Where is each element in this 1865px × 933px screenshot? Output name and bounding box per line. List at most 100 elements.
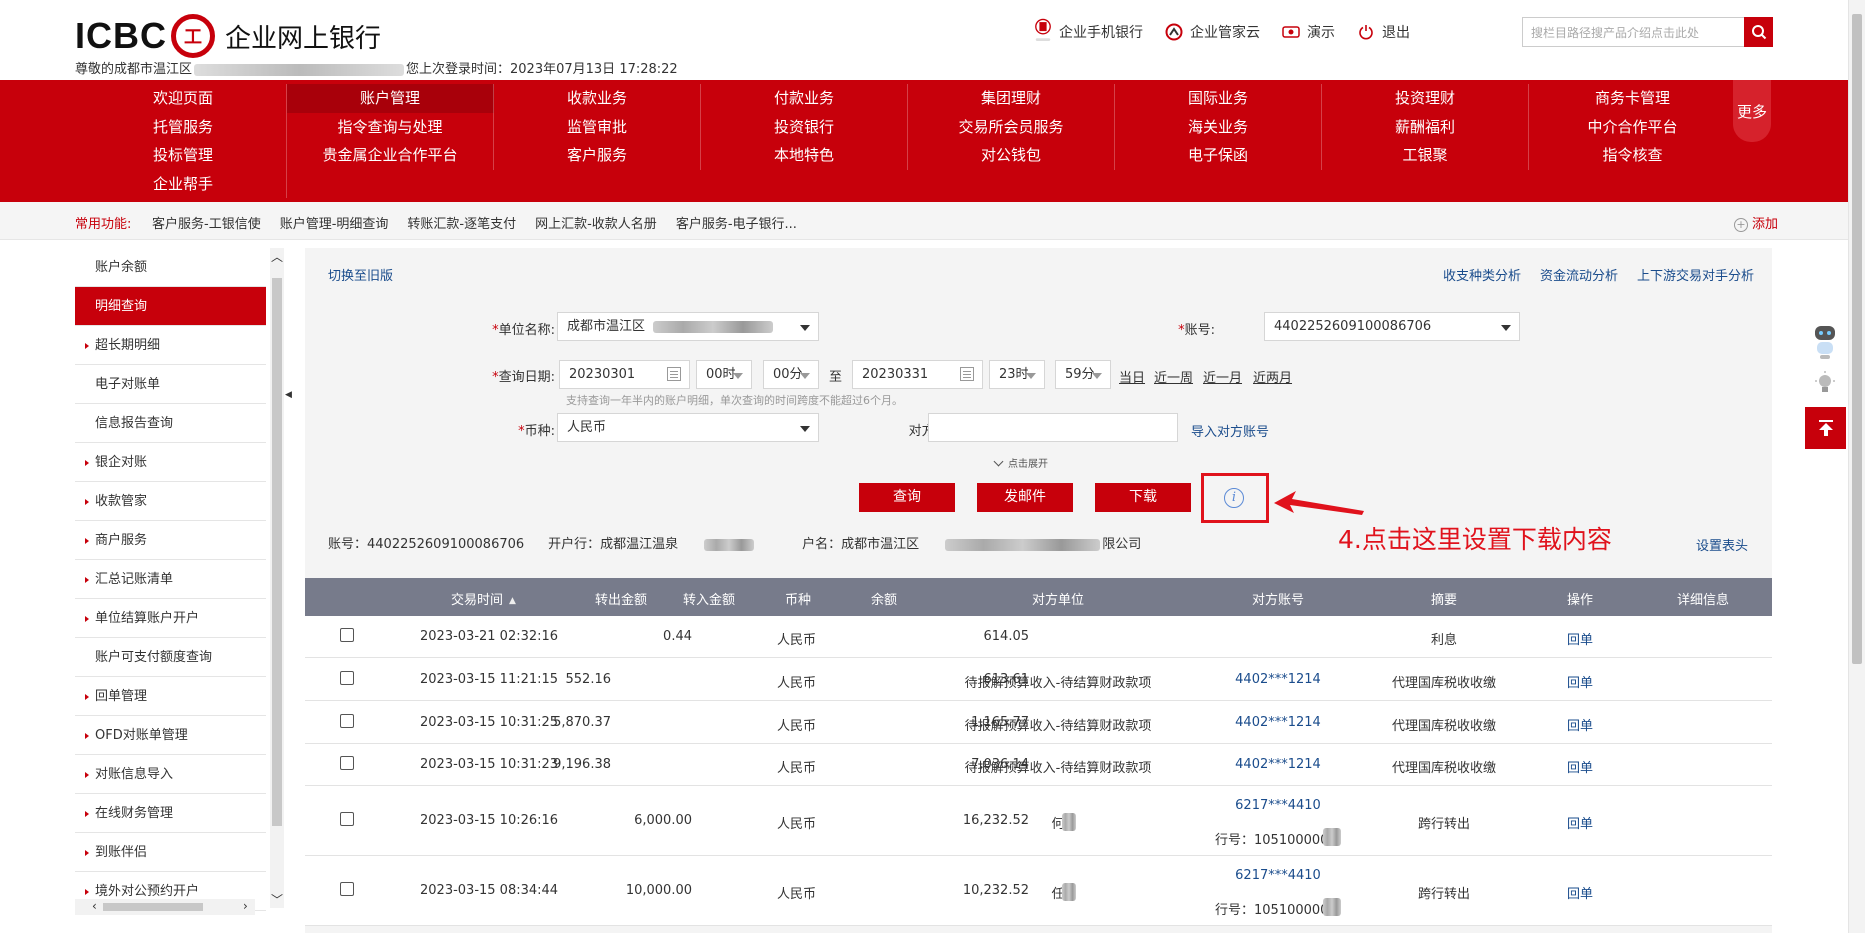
- expand-toggle[interactable]: 点击展开: [993, 455, 1048, 470]
- nav-item[interactable]: 国际业务: [1115, 84, 1322, 113]
- import-counter-account-link[interactable]: 导入对方账号: [1191, 421, 1269, 440]
- sidebar-item[interactable]: 超长期明细: [75, 326, 266, 365]
- date-to-input[interactable]: 20230331: [852, 360, 983, 389]
- sidebar-item[interactable]: 账户可支付额度查询: [75, 638, 266, 677]
- nav-item[interactable]: 托管服务: [80, 112, 287, 141]
- analysis-link[interactable]: 收支种类分析: [1443, 265, 1521, 284]
- sidebar-item[interactable]: 收款管家: [75, 482, 266, 521]
- quick-date-today[interactable]: 当日: [1119, 367, 1145, 386]
- account-select[interactable]: 4402252609100086706: [1264, 312, 1520, 341]
- cell-op[interactable]: 回单: [1567, 813, 1593, 832]
- row-checkbox[interactable]: [340, 670, 354, 685]
- nav-item[interactable]: 海关业务: [1115, 112, 1322, 141]
- sidebar-item[interactable]: 账户余额: [75, 248, 266, 287]
- download-settings-button[interactable]: i: [1201, 473, 1269, 523]
- cell-acct[interactable]: 6217***4410: [1158, 868, 1398, 883]
- scroll-thumb[interactable]: [272, 278, 282, 826]
- table-row[interactable]: 2023-03-15 10:31:25 5,870.37 人民币 1,165.77 待报…: [305, 701, 1772, 744]
- nav-item[interactable]: 对公钱包: [908, 141, 1115, 170]
- sidebar-item[interactable]: 商户服务: [75, 521, 266, 560]
- analysis-link[interactable]: 资金流动分析: [1540, 265, 1618, 284]
- nav-item[interactable]: 投标管理: [80, 141, 287, 170]
- nav-item[interactable]: 收款业务: [494, 84, 701, 113]
- nav-item[interactable]: 本地特色: [701, 141, 908, 170]
- sidebar-item[interactable]: 汇总记账清单: [75, 560, 266, 599]
- table-row[interactable]: 2023-03-15 11:21:15 552.16 人民币 613.61 待报解预算收…: [305, 658, 1772, 701]
- cell-acct[interactable]: 6217***4410: [1158, 798, 1398, 813]
- row-checkbox[interactable]: [340, 882, 354, 896]
- nav-item[interactable]: 账户管理: [287, 84, 494, 113]
- hour-to-select[interactable]: 23时: [989, 360, 1045, 389]
- favorite-link[interactable]: 客户服务-电子银行...: [676, 213, 797, 232]
- min-to-select[interactable]: 59分: [1055, 360, 1111, 389]
- counter-account-input[interactable]: [928, 413, 1178, 442]
- currency-select[interactable]: 人民币: [557, 413, 819, 442]
- analysis-link[interactable]: 上下游交易对手分析: [1637, 265, 1754, 284]
- quick-date-two-months[interactable]: 近两月: [1253, 367, 1292, 386]
- sort-icon[interactable]: ▲: [509, 596, 516, 606]
- row-checkbox[interactable]: [340, 713, 354, 728]
- cloud-link[interactable]: 企业管家云: [1165, 22, 1260, 42]
- date-from-input[interactable]: 20230301: [559, 360, 690, 389]
- hscroll-thumb[interactable]: [103, 903, 203, 911]
- page-scrollbar[interactable]: [1848, 0, 1865, 933]
- nav-item[interactable]: 指令查询与处理: [287, 112, 494, 141]
- back-to-top-button[interactable]: [1805, 407, 1846, 449]
- unit-name-select[interactable]: 成都市温江区: [557, 312, 819, 341]
- quick-date-month[interactable]: 近一月: [1203, 367, 1242, 386]
- sidebar-item[interactable]: 在线财务管理: [75, 794, 266, 833]
- row-checkbox[interactable]: [340, 812, 354, 826]
- cell-op[interactable]: 回单: [1567, 629, 1593, 648]
- add-favorite-button[interactable]: + 添加: [1733, 213, 1778, 232]
- demo-link[interactable]: 演示: [1282, 22, 1335, 42]
- sidebar-item[interactable]: 到账伴侣: [75, 833, 266, 872]
- nav-item[interactable]: 企业帮手: [80, 169, 287, 198]
- nav-item[interactable]: 指令核查: [1529, 141, 1736, 170]
- row-checkbox[interactable]: [340, 628, 354, 642]
- favorite-link[interactable]: 账户管理-明细查询: [280, 213, 389, 232]
- row-checkbox[interactable]: [340, 756, 354, 770]
- nav-item[interactable]: 客户服务: [494, 141, 701, 170]
- favorite-link[interactable]: 转账汇款-逐笔支付: [407, 213, 516, 232]
- min-from-select[interactable]: 00分: [763, 360, 819, 389]
- more-button[interactable]: 更多: [1733, 80, 1771, 142]
- cell-op[interactable]: 回单: [1567, 883, 1593, 902]
- col-time[interactable]: 交易时间 ▲: [451, 589, 516, 608]
- nav-item[interactable]: 工银聚: [1322, 141, 1529, 170]
- cell-op[interactable]: 回单: [1567, 672, 1593, 691]
- sidebar-item[interactable]: 对账信息导入: [75, 755, 266, 794]
- chevron-left-icon[interactable]: ‹: [92, 899, 97, 913]
- nav-item[interactable]: 交易所会员服务: [908, 112, 1115, 141]
- quick-date-week[interactable]: 近一周: [1154, 367, 1193, 386]
- favorite-link[interactable]: 网上汇款-收款人名册: [535, 213, 657, 232]
- nav-item[interactable]: 监管审批: [494, 112, 701, 141]
- nav-item[interactable]: 薪酬福利: [1322, 112, 1529, 141]
- sidebar-item[interactable]: OFD对账单管理: [75, 716, 266, 755]
- calendar-icon[interactable]: [667, 367, 681, 381]
- tips-bulb-icon[interactable]: [1813, 370, 1837, 398]
- search-input[interactable]: 搜栏目路径搜产品介绍点击此处: [1522, 17, 1744, 47]
- nav-item[interactable]: 集团理财: [908, 84, 1115, 113]
- switch-old-version-link[interactable]: 切换至旧版: [328, 265, 393, 284]
- sidebar-item[interactable]: 信息报告查询: [75, 404, 266, 443]
- nav-item[interactable]: 欢迎页面: [80, 84, 287, 113]
- nav-item[interactable]: 付款业务: [701, 84, 908, 113]
- chevron-down-icon[interactable]: ﹀: [271, 891, 283, 908]
- nav-item[interactable]: 贵金属企业合作平台: [287, 141, 494, 170]
- sidebar-item[interactable]: 回单管理: [75, 677, 266, 716]
- nav-item[interactable]: 投资银行: [701, 112, 908, 141]
- robot-assistant-icon[interactable]: [1811, 322, 1839, 362]
- search-button[interactable]: [1744, 17, 1773, 47]
- sidebar-item[interactable]: 单位结算账户开户: [75, 599, 266, 638]
- set-header-link[interactable]: 设置表头: [1696, 535, 1748, 554]
- nav-item[interactable]: 中介合作平台: [1529, 113, 1736, 142]
- calendar-icon[interactable]: [960, 367, 974, 381]
- chevron-right-icon[interactable]: ›: [243, 899, 248, 913]
- nav-item[interactable]: 商务卡管理: [1529, 84, 1736, 113]
- logout-link[interactable]: 退出: [1357, 22, 1410, 42]
- favorite-link[interactable]: 客户服务-工银信使: [152, 213, 261, 232]
- download-button[interactable]: 下载: [1095, 483, 1191, 512]
- page-scroll-thumb[interactable]: [1852, 14, 1862, 664]
- icbc-logo[interactable]: ICBC 工 企业网上银行: [75, 14, 381, 58]
- query-button[interactable]: 查询: [859, 483, 955, 512]
